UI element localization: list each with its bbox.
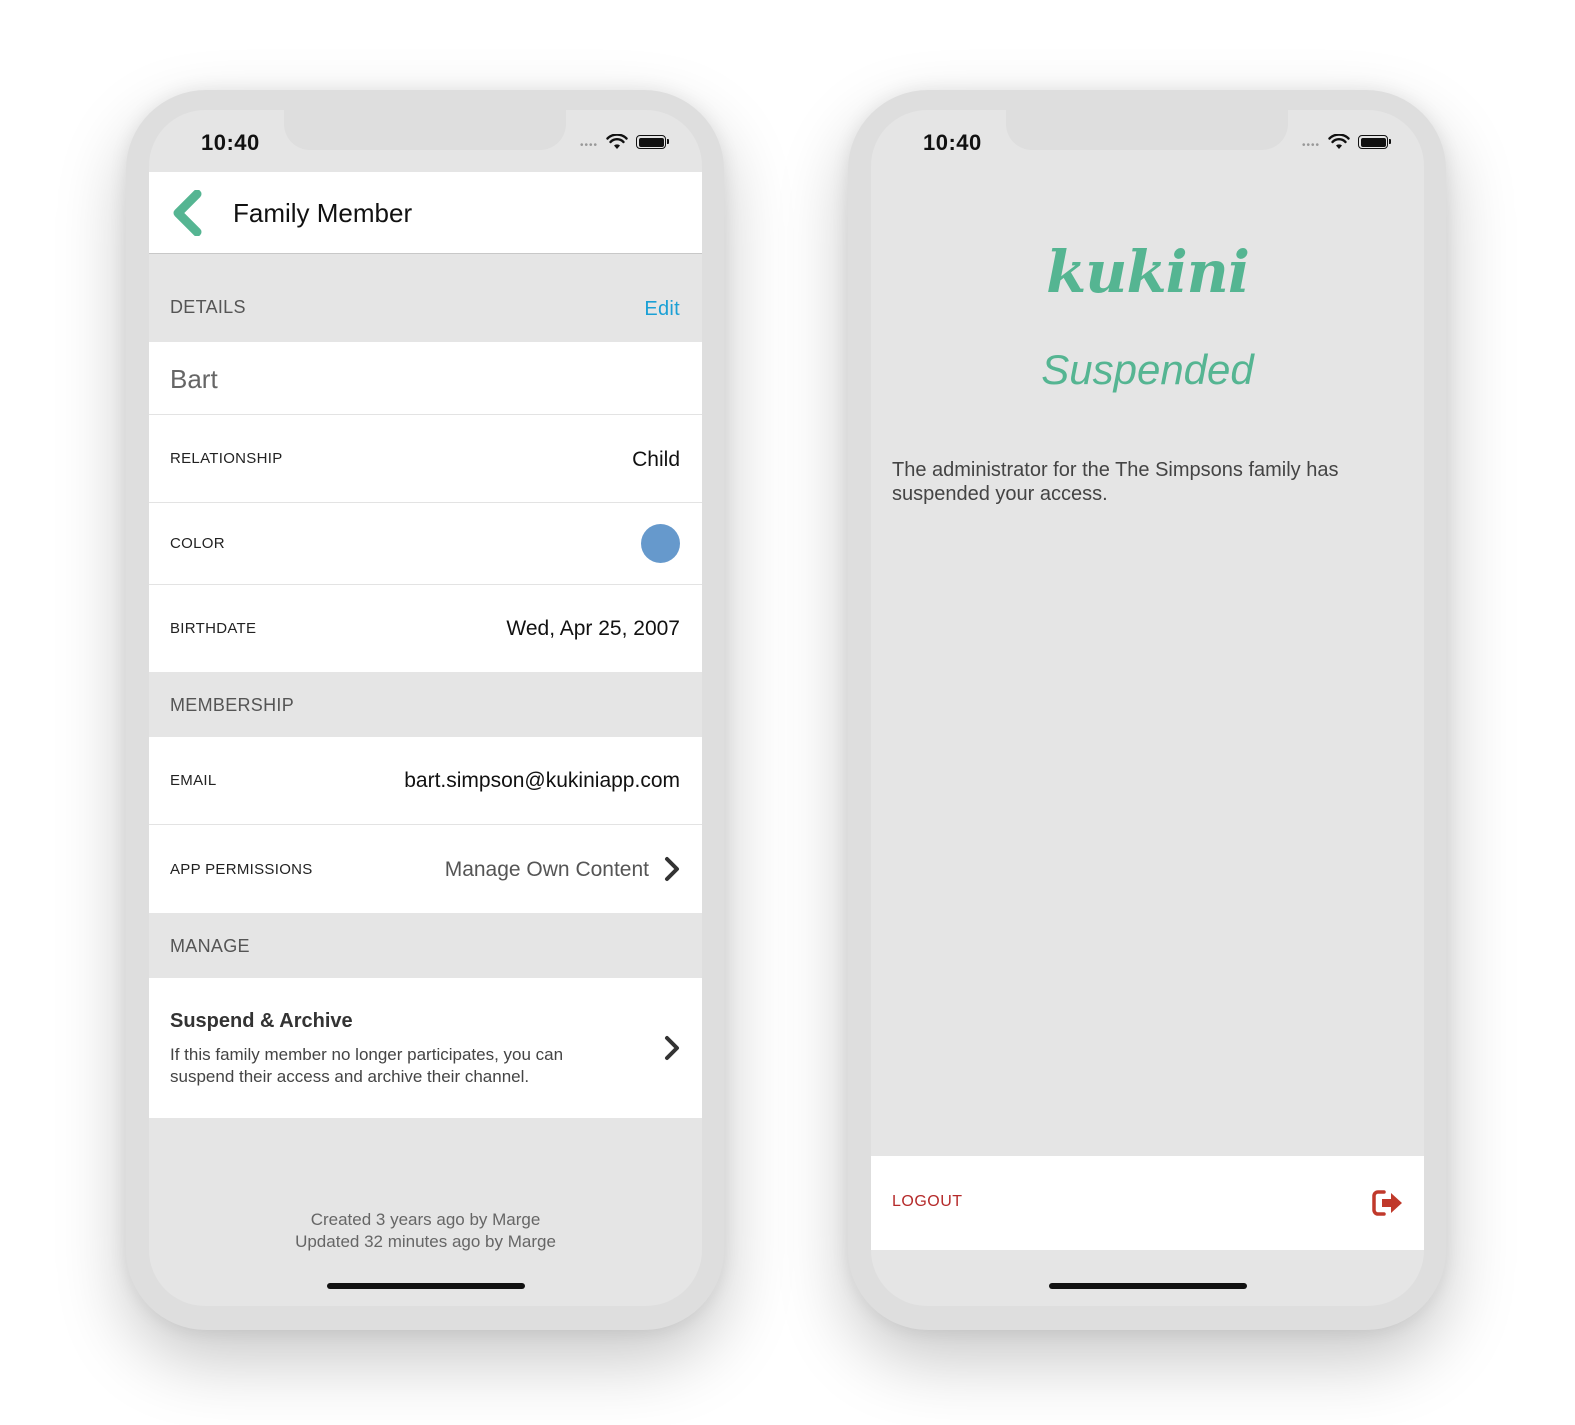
color-label: COLOR [170,535,225,552]
page-title: Family Member [233,198,413,228]
email-row[interactable]: EMAIL bart.simpson@kukiniapp.com [149,737,702,825]
name-row[interactable]: Bart [149,342,702,415]
member-name: Bart [170,364,218,394]
updated-info: Updated 32 minutes ago by Marge [295,1232,556,1251]
chevron-right-icon [665,857,679,881]
suspended-screen: 10:40 •••• kukini Suspended The administ… [871,110,1424,1306]
back-button[interactable] [169,189,209,237]
status-icons: •••• [579,132,669,152]
details-section-header: DETAILS Edit [149,254,702,342]
birthdate-label: BIRTHDATE [170,620,257,637]
phone-frame-left: 10:40 •••• Family Member DETAILS Edit Ba… [126,90,724,1330]
relationship-row[interactable]: RELATIONSHIP Child [149,415,702,503]
chevron-left-icon [173,189,202,237]
details-header-label: DETAILS [170,297,246,317]
manage-section-header: MANAGE [149,913,702,978]
status-icons: •••• [1301,132,1391,152]
status-time: 10:40 [923,130,982,155]
family-member-screen: 10:40 •••• Family Member DETAILS Edit Ba… [149,110,702,1306]
home-indicator[interactable] [327,1283,525,1289]
status-time: 10:40 [201,130,260,155]
created-info: Created 3 years ago by Marge [310,1210,541,1229]
membership-header-label: MEMBERSHIP [170,695,295,715]
manage-header-label: MANAGE [170,936,250,956]
email-value: bart.simpson@kukiniapp.com [404,769,680,792]
birthdate-value: Wed, Apr 25, 2007 [506,617,680,640]
chevron-right-icon [665,1036,679,1060]
status-bar: 10:40 •••• [149,110,702,172]
signal-icon: •••• [1301,139,1320,151]
app-permissions-row[interactable]: APP PERMISSIONS Manage Own Content [149,825,702,913]
home-indicator[interactable] [1049,1283,1247,1289]
logout-button[interactable]: LOGOUT [871,1156,1424,1250]
wifi-icon [606,134,628,149]
color-row[interactable]: COLOR [149,503,702,585]
edit-button[interactable]: Edit [644,298,680,321]
membership-section-header: MEMBERSHIP [149,672,702,737]
relationship-label: RELATIONSHIP [170,450,283,467]
sign-out-icon [1372,1190,1402,1216]
suspended-message: The administrator for the The Simpsons f… [892,459,1339,505]
notch [284,110,566,150]
battery-icon [636,135,669,149]
permissions-value: Manage Own Content [444,858,649,881]
suspend-archive-title: Suspend & Archive [170,1010,353,1032]
wifi-icon [1328,134,1350,149]
kukini-logo: kukini [1046,238,1250,306]
logout-label: LOGOUT [892,1193,963,1210]
notch [1006,110,1288,150]
status-bar: 10:40 •••• [871,110,1424,172]
relationship-value: Child [632,448,680,471]
color-swatch[interactable] [641,524,680,563]
permissions-label: APP PERMISSIONS [170,861,313,878]
birthdate-row[interactable]: BIRTHDATE Wed, Apr 25, 2007 [149,585,702,672]
suspended-heading: Suspended [1041,346,1254,393]
nav-bar: Family Member [149,172,702,254]
email-label: EMAIL [170,772,217,789]
signal-icon: •••• [579,139,598,151]
suspend-archive-row[interactable]: Suspend & Archive If this family member … [149,978,702,1118]
phone-frame-right: 10:40 •••• kukini Suspended The administ… [848,90,1446,1330]
battery-icon [1358,135,1391,149]
suspend-archive-description: If this family member no longer particip… [170,1045,564,1086]
